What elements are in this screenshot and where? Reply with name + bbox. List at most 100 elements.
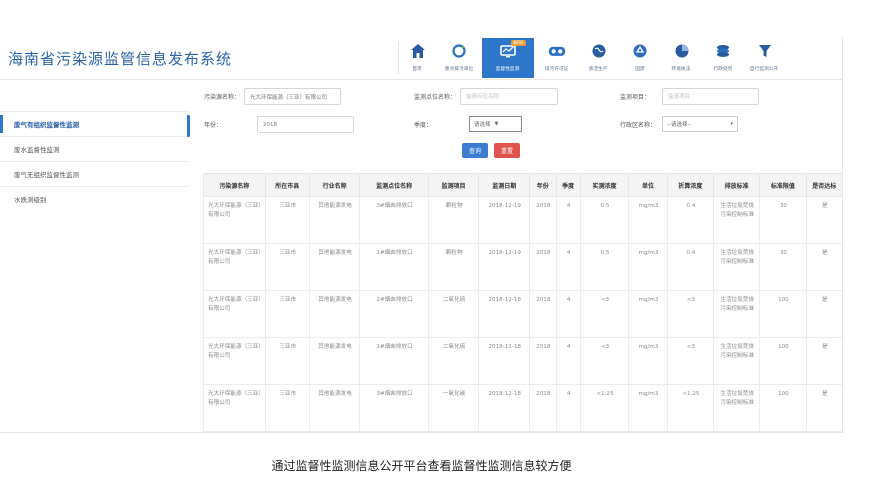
column-header: 实测浓度 (579, 173, 630, 197)
query-button[interactable]: 查询 (462, 143, 488, 158)
nav-item-label: 排污许可证 (545, 66, 569, 72)
table-cell: 0.4 (666, 196, 715, 244)
table-cell: 100 (759, 290, 807, 338)
monitor-item-input[interactable] (662, 88, 760, 105)
region-select-value: --请选择-- (667, 122, 692, 128)
table-cell: 2018-12-19 (478, 243, 531, 291)
sidebar-item-unorganized-gas[interactable]: 废气无组织监督性监测 (0, 161, 190, 186)
table-row[interactable]: 光大环保能源（三亚）有限公司 三亚市 其他能源发电 3#烟囱排放口 一氧化碳 2… (203, 384, 842, 432)
table-cell: 2018 (529, 337, 557, 385)
table-cell: 一氧化碳 (427, 384, 480, 432)
table-cell: 30 (759, 196, 807, 244)
nav-item-label: 自行监测公开 (750, 66, 779, 72)
table-cell: 100 (759, 384, 807, 432)
table-cell: 三亚市 (264, 196, 310, 244)
column-header: 折算浓度 (666, 173, 715, 197)
column-header: 所在市县 (264, 173, 310, 197)
table-cell: 其他能源发电 (308, 290, 361, 338)
table-cell: <3 (666, 337, 715, 385)
table-cell: mg/m3 (628, 290, 668, 338)
main-nav: 首页 重点排污单位 NEW 监督性监测 排污许可证 清洁生产 固废 环境执法 行… (399, 38, 788, 78)
enterprise-input[interactable] (244, 88, 342, 105)
table-cell: 三亚市 (264, 384, 310, 432)
year-input[interactable] (257, 116, 355, 133)
nav-item-enforcement[interactable]: 环境执法 (663, 38, 700, 78)
table-row[interactable]: 光大环保能源（三亚）有限公司 三亚市 其他能源发电 1#烟囱排放口 颗粒物 20… (203, 243, 842, 291)
table-cell: 1#烟囱排放口 (359, 337, 429, 385)
app-window: 海南省污染源监管信息发布系统 首页 重点排污单位 NEW 监督性监测 排污许可证… (0, 38, 843, 433)
table-cell: 是 (805, 243, 842, 291)
image-caption: 通过监督性监测信息公开平台查看监督性监测信息较方便 (271, 459, 572, 473)
license-icon (548, 42, 566, 60)
table-cell: 三亚市 (264, 243, 310, 291)
table-cell: 30 (759, 243, 807, 291)
nav-item-key-units[interactable]: 重点排污单位 (441, 38, 478, 78)
enterprise-row: 污染源名称： (204, 88, 342, 105)
table-cell: 其他能源发电 (308, 243, 361, 291)
nav-item-label: 监督性监测 (496, 66, 520, 72)
table-cell: 2018 (529, 243, 557, 291)
sidebar-item-water-quality[interactable]: 水质测级别 (0, 186, 190, 211)
table-cell: 三亚市 (264, 290, 310, 338)
table-cell: 二氧化硫 (427, 337, 480, 385)
table-row[interactable]: 光大环保能源（三亚）有限公司 三亚市 其他能源发电 1#烟囱排放口 二氧化硫 2… (203, 337, 842, 385)
table-cell: 光大环保能源（三亚）有限公司 (203, 243, 266, 291)
table-cell: 2018 (529, 196, 557, 244)
sidebar-item-wastewater[interactable]: 废水监督性监测 (0, 136, 190, 161)
nav-item-home[interactable]: 首页 (399, 38, 436, 78)
column-header: 行业名称 (308, 173, 361, 197)
table-cell: 光大环保能源（三亚）有限公司 (203, 196, 266, 244)
table-header-row: 污染源名称 所在市县 行业名称 监测点位名称 监测项目 监测日期 年份 季度 实… (203, 173, 842, 197)
column-header: 季度 (555, 173, 581, 197)
quarter-select[interactable]: 请选择 ▼ (469, 116, 523, 132)
region-select[interactable]: --请选择-- ▾ (662, 116, 739, 132)
nav-item-solid-waste[interactable]: 固废 (622, 38, 659, 78)
table-cell: 4 (555, 243, 581, 291)
table-cell: 2018 (529, 384, 557, 432)
chevron-down-icon: ▾ (730, 121, 734, 127)
nav-item-label: 行政处罚 (713, 66, 733, 72)
table-cell: 是 (805, 290, 842, 338)
enterprise-label: 污染源名称： (204, 94, 241, 101)
table-cell: <1.25 (666, 384, 715, 432)
reset-button[interactable]: 重置 (494, 143, 520, 158)
layers-icon (714, 42, 732, 60)
point-name-input[interactable] (460, 88, 559, 105)
table-cell: 0.5 (579, 196, 630, 244)
nav-item-label: 清洁生产 (588, 66, 608, 72)
results-table: 污染源名称 所在市县 行业名称 监测点位名称 监测项目 监测日期 年份 季度 实… (203, 173, 842, 432)
column-header: 单位 (628, 173, 668, 197)
column-header: 是否达标 (805, 173, 842, 197)
column-header: 年份 (529, 173, 557, 197)
table-row[interactable]: 光大环保能源（三亚）有限公司 三亚市 其他能源发电 3#烟囱排放口 颗粒物 20… (203, 196, 842, 244)
column-header: 监测点位名称 (359, 173, 429, 197)
table-cell: 2018-12-18 (478, 337, 531, 385)
table-cell: mg/m3 (628, 196, 668, 244)
table-cell: 4 (555, 196, 581, 244)
table-cell: 颗粒物 (427, 243, 480, 291)
table-cell: 是 (805, 337, 842, 385)
table-row[interactable]: 光大环保能源（三亚）有限公司 三亚市 其他能源发电 2#烟囱排放口 二氧化硫 2… (203, 290, 842, 338)
region-row: 行政区名称： --请选择-- ▾ (620, 116, 739, 132)
filter-icon (756, 42, 774, 60)
column-header: 排放标准 (713, 173, 761, 197)
table-cell: 生活垃圾焚烧污染控制标准 (713, 384, 761, 432)
nav-item-label: 固废 (635, 66, 645, 72)
point-label: 监测点位名称： (414, 94, 457, 101)
table-cell: 光大环保能源（三亚）有限公司 (203, 290, 266, 338)
table-cell: mg/m3 (628, 337, 668, 385)
sidebar-item-organized-gas[interactable]: 废气有组织监督性监测 (0, 111, 190, 136)
nav-item-clean-production[interactable]: 清洁生产 (580, 38, 617, 78)
sidebar-active-marker (187, 115, 190, 137)
nav-item-supervisory-monitoring[interactable]: NEW 监督性监测 (482, 38, 534, 78)
nav-item-self-monitoring[interactable]: 自行监测公开 (746, 38, 783, 78)
quarter-select-value: 请选择 (474, 122, 491, 128)
home-icon (409, 42, 427, 60)
table-cell: mg/m3 (628, 384, 668, 432)
results-table-container: 污染源名称 所在市县 行业名称 监测点位名称 监测项目 监测日期 年份 季度 实… (203, 173, 842, 432)
table-cell: 2018 (529, 290, 557, 338)
nav-item-permit[interactable]: 排污许可证 (539, 38, 576, 78)
table-cell: 生活垃圾焚烧污染控制标准 (713, 337, 761, 385)
table-cell: 光大环保能源（三亚）有限公司 (203, 337, 266, 385)
nav-item-penalty[interactable]: 行政处罚 (705, 38, 742, 78)
